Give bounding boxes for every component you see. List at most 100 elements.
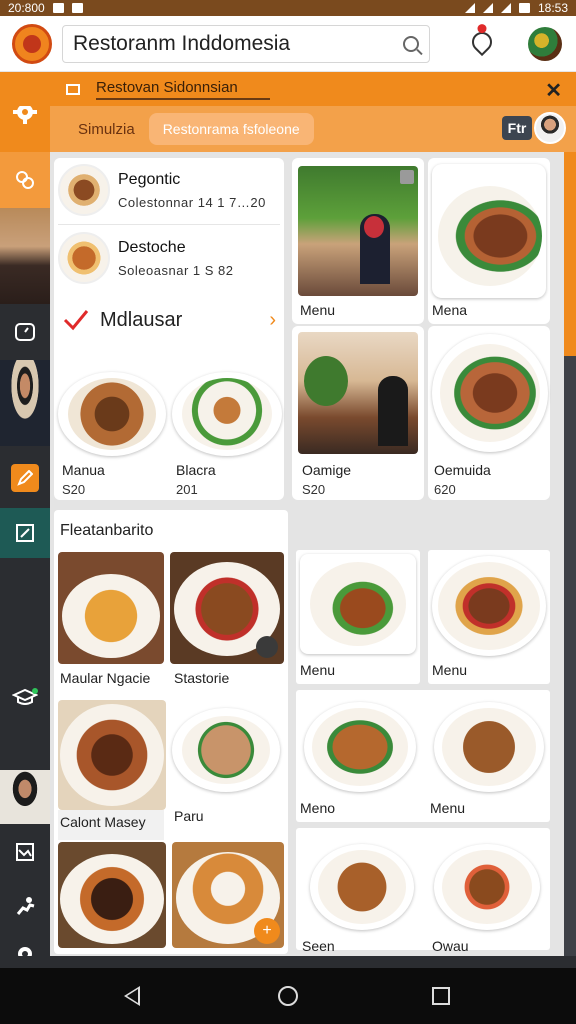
dish-name: Stastorie	[174, 670, 230, 686]
dish-image	[300, 554, 416, 654]
dish-image[interactable]	[58, 700, 166, 810]
avatar[interactable]	[528, 27, 562, 61]
recent-apps-icon[interactable]	[432, 987, 450, 1005]
dish-image[interactable]	[58, 552, 164, 664]
runner-icon	[16, 897, 35, 915]
card-title: Seen	[302, 938, 335, 954]
dish-price: S20	[62, 482, 86, 497]
chart-icon	[16, 843, 34, 861]
sidebar-photo-user[interactable]	[0, 770, 50, 824]
search-field[interactable]: Restoranm Inddomesia	[62, 24, 430, 63]
subheader-bar: Simulzia Restonrama fsfoleone Ftr	[50, 106, 576, 152]
status-bar: 20:800 18:53	[0, 0, 576, 16]
restaurant-photo	[298, 166, 418, 296]
sidebar-item-graduation[interactable]	[0, 672, 50, 722]
scroll-accent	[564, 152, 576, 356]
app-bar: Restoranm Inddomesia	[0, 16, 576, 72]
header-title: Restovan Sidonnsian	[96, 79, 270, 100]
location-pin-icon[interactable]	[467, 27, 497, 57]
dish-name: Paru	[174, 808, 204, 824]
sidebar-photo-restaurant[interactable]	[0, 208, 50, 304]
battery-icon	[518, 3, 530, 13]
sidebar-item-clock[interactable]	[0, 304, 50, 360]
card-title: Oemuida	[434, 462, 491, 478]
dish-image[interactable]	[58, 842, 166, 948]
sidebar-item-link[interactable]	[0, 152, 50, 208]
dish-image	[434, 844, 540, 930]
chip-simulation[interactable]: Simulzia	[78, 121, 135, 138]
card-title: Meno	[300, 800, 336, 816]
dish-image	[432, 164, 546, 298]
expand-icon[interactable]	[400, 170, 414, 184]
card-title: Menu	[432, 662, 468, 678]
dish-thumbnail	[58, 164, 110, 216]
search-icon[interactable]	[403, 35, 419, 52]
dish-image	[434, 702, 544, 792]
sidebar-item-note[interactable]	[0, 508, 50, 558]
system-nav-bar	[0, 968, 576, 1024]
card-title: Menu	[300, 662, 336, 678]
card-title: Mena	[432, 302, 468, 318]
scrollbar-track[interactable]	[564, 356, 576, 968]
graduation-icon	[12, 688, 38, 705]
card-title: Menu	[430, 800, 466, 816]
card-title: Owau	[432, 938, 469, 954]
bottom-edge	[0, 956, 576, 968]
close-icon[interactable]: ✕	[545, 78, 562, 103]
card-price: S20	[302, 482, 326, 497]
category-link[interactable]: Mdlausar ›	[62, 308, 276, 332]
dish-image[interactable]: +	[172, 842, 284, 948]
home-icon[interactable]	[278, 986, 298, 1006]
dish-image[interactable]	[172, 708, 280, 792]
chip-restaurant[interactable]: Restonrama fsfoleone	[148, 113, 314, 145]
wifi-icon	[464, 3, 475, 13]
dish-price: 201	[176, 482, 198, 497]
signal-icon	[482, 3, 493, 13]
signal-icon	[500, 3, 511, 13]
filter-badge[interactable]: Ftr	[502, 116, 532, 140]
list-item-subtitle: Colestonnar 14 1 7…20	[118, 194, 266, 210]
dish-image[interactable]	[172, 372, 282, 456]
status-time: 20:800	[8, 1, 45, 15]
dish-image[interactable]	[170, 552, 284, 664]
sidebar-photo-person[interactable]	[0, 360, 50, 446]
restaurant-photo	[298, 332, 418, 454]
list-item[interactable]: Pegontic Colestonnar 14 1 7…20	[58, 164, 266, 216]
dish-name: Manua	[62, 462, 105, 478]
dish-name: Maular Ngacie	[60, 670, 151, 686]
back-icon[interactable]	[124, 986, 140, 1006]
notification-icon	[71, 3, 83, 13]
avatar[interactable]	[534, 112, 566, 144]
dish-image	[432, 556, 546, 656]
clock-icon	[15, 323, 35, 341]
dish-name: Calont Masey	[60, 814, 146, 830]
dish-image	[310, 844, 414, 930]
link-icon	[16, 171, 34, 189]
list-item[interactable]: Destoche Soleoasnar 1 S 82	[58, 232, 233, 284]
chevron-right-icon: ›	[269, 308, 276, 331]
mail-icon[interactable]	[66, 83, 80, 95]
checkmark-icon	[63, 310, 89, 331]
search-input[interactable]: Restoranm Inddomesia	[73, 32, 403, 56]
sidebar-item-edit[interactable]	[0, 454, 50, 502]
dish-image[interactable]	[58, 372, 166, 456]
card-title: Oamige	[302, 462, 352, 478]
notification-icon	[52, 3, 64, 13]
list-item-subtitle: Soleoasnar 1 S 82	[118, 262, 234, 278]
dish-name: Blacra	[176, 462, 216, 478]
app-logo[interactable]	[12, 23, 52, 64]
add-icon[interactable]: +	[254, 918, 280, 944]
sidebar-item-runner[interactable]	[0, 884, 50, 928]
dish-image	[432, 334, 548, 452]
list-item-title: Destoche	[118, 238, 186, 256]
category-label: Mdlausar	[100, 308, 183, 331]
section-title: Fleatanbarito	[60, 522, 154, 539]
card-price: 620	[434, 482, 456, 497]
sidebar-item-chart[interactable]	[0, 830, 50, 874]
dish-thumbnail	[58, 232, 110, 284]
status-clock: 18:53	[537, 1, 568, 15]
card-title: Menu	[300, 302, 336, 318]
note-icon	[16, 524, 34, 542]
list-item-title: Pegontic	[118, 170, 181, 188]
title-bar: Restovan Sidonnsian ✕	[0, 72, 576, 106]
